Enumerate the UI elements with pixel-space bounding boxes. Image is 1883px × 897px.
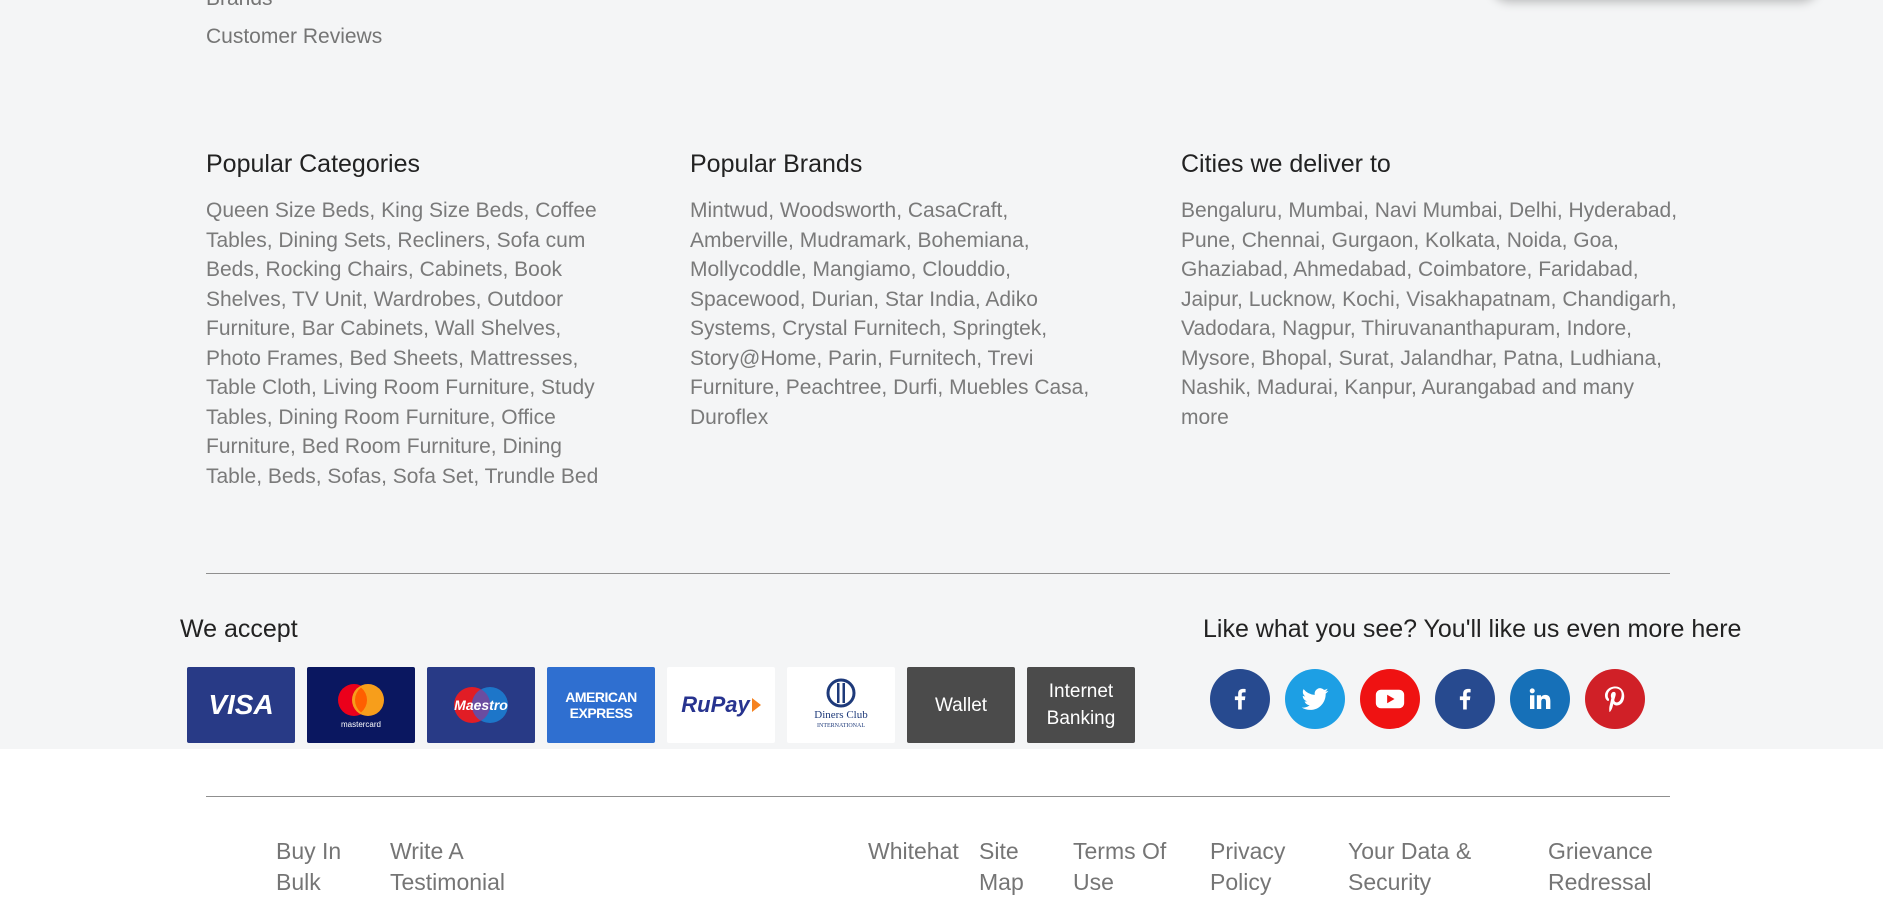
social-links: [1210, 669, 1645, 729]
terms-of-use-link[interactable]: Terms Of Use: [1073, 836, 1166, 897]
link-label-line: Your Data &: [1348, 838, 1472, 864]
rupay-arrow-icon: [751, 698, 761, 712]
mastercard-logo: mastercard: [307, 667, 415, 743]
diners-club-icon: [826, 678, 856, 708]
link-label-line: Use: [1073, 869, 1114, 895]
youtube-icon[interactable]: [1360, 669, 1420, 729]
pinterest-icon[interactable]: [1585, 669, 1645, 729]
visa-label: VISA: [208, 689, 274, 720]
data-security-link[interactable]: Your Data & Security: [1348, 836, 1471, 897]
amex-label-line2: EXPRESS: [569, 705, 633, 721]
twitter-icon[interactable]: [1285, 669, 1345, 729]
link-label-line: Policy: [1210, 869, 1272, 895]
rupay-label: RuPay: [681, 692, 750, 717]
cities-list: Bengaluru, Mumbai, Navi Mumbai, Delhi, H…: [1181, 199, 1678, 429]
popular-brands-heading: Popular Brands: [690, 150, 863, 178]
mastercard-circles-icon: [338, 683, 384, 716]
link-label-line: Privacy: [1210, 838, 1286, 864]
write-testimonial-link[interactable]: Write A Testimonial: [390, 836, 505, 897]
popular-brands-column: Popular Brands Mintwud, Woodsworth, Casa…: [690, 150, 1108, 432]
visa-logo: VISA: [187, 667, 295, 743]
link-label-line: Terms Of: [1073, 838, 1167, 864]
internet-banking-label-line2: Banking: [1046, 708, 1116, 729]
linkedin-icon[interactable]: [1510, 669, 1570, 729]
link-label-line: Security: [1348, 869, 1432, 895]
link-label-line: Site: [979, 838, 1019, 864]
popular-categories-heading: Popular Categories: [206, 150, 421, 178]
cities-column: Cities we deliver to Bengaluru, Mumbai, …: [1181, 150, 1681, 432]
internet-banking-label-line1: Internet: [1048, 681, 1114, 702]
customer-reviews-link[interactable]: Customer Reviews: [206, 25, 382, 49]
diners-club-logo: Diners Club INTERNATIONAL: [787, 667, 895, 743]
link-label-line: Map: [979, 869, 1024, 895]
divider: [206, 796, 1670, 797]
maestro-label: Maestro: [454, 697, 508, 713]
divider: [206, 573, 1670, 574]
link-label-line: Bulk: [276, 869, 321, 895]
link-label-line: Whitehat: [868, 838, 959, 864]
amex-label-line1: AMERICAN: [565, 689, 637, 705]
facebook-icon[interactable]: [1210, 669, 1270, 729]
popular-categories-list[interactable]: Queen Size Beds, King Size Beds, Coffee …: [206, 196, 606, 491]
popular-categories-column: Popular Categories Queen Size Beds, King…: [206, 150, 606, 491]
site-map-link[interactable]: Site Map: [979, 836, 1024, 897]
rupay-logo: RuPay: [667, 667, 775, 743]
diners-label-line1: Diners Club: [814, 709, 868, 721]
wallet-option: Wallet: [907, 667, 1015, 743]
internet-banking-option: Internet Banking: [1027, 667, 1135, 743]
diners-label-line2: INTERNATIONAL: [817, 723, 865, 729]
wallet-label: Wallet: [934, 694, 988, 716]
brands-link[interactable]: Brands: [206, 0, 273, 11]
link-label-line: Testimonial: [390, 869, 506, 895]
buy-in-bulk-link[interactable]: Buy In Bulk: [276, 836, 341, 897]
maestro-logo: Maestro: [427, 667, 535, 743]
social-heading: Like what you see? You'll like us even m…: [1203, 615, 1742, 643]
link-label-line: Grievance: [1548, 838, 1653, 864]
mastercard-label: mastercard: [340, 719, 381, 729]
privacy-policy-link[interactable]: Privacy Policy: [1210, 836, 1285, 897]
link-label-line: Redressal: [1548, 869, 1652, 895]
facebook-icon[interactable]: [1435, 669, 1495, 729]
whitehat-link[interactable]: Whitehat: [868, 836, 959, 867]
amex-logo: AMERICAN EXPRESS: [547, 667, 655, 743]
link-label-line: Write A: [390, 838, 464, 864]
grievance-redressal-link[interactable]: Grievance Redressal: [1548, 836, 1653, 897]
popular-brands-list[interactable]: Mintwud, Woodsworth, CasaCraft, Ambervil…: [690, 196, 1108, 432]
we-accept-heading: We accept: [180, 615, 298, 643]
link-label-line: Buy In: [276, 838, 342, 864]
payment-methods: VISA mastercard Maestro AMERICAN EXPRESS…: [187, 667, 1135, 743]
cities-heading: Cities we deliver to: [1181, 150, 1391, 178]
